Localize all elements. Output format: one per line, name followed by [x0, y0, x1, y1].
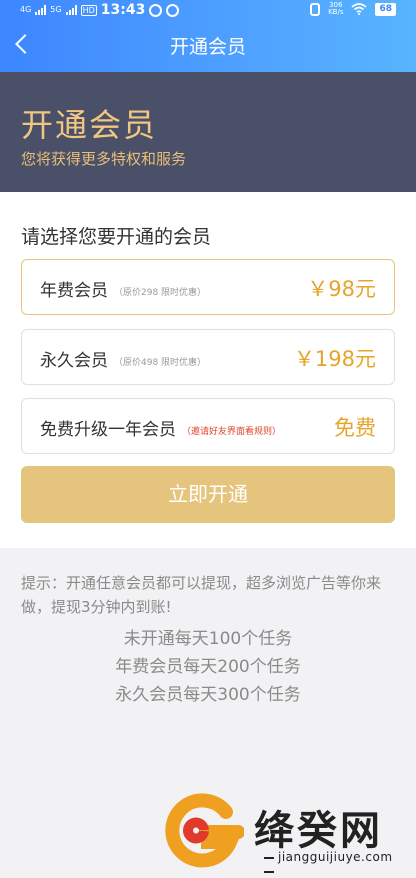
plan-price: ￥198元 — [293, 347, 376, 371]
signal-icon-2 — [65, 5, 77, 15]
plan-name-row: 永久会员 （原价498 限时优惠） — [40, 346, 206, 371]
tip-text: 提示：开通任意会员都可以提现，超多浏览广告等你来做，提现3分钟内到账! — [21, 574, 382, 616]
nav-bar: 开通会员 — [0, 22, 416, 68]
hd-badge: HD — [80, 4, 97, 16]
plan-note: （邀请好友界面看规则） — [182, 426, 282, 437]
task-line: 永久会员每天300个任务 — [115, 685, 301, 705]
network-4g-label: 4G — [20, 5, 32, 14]
plan-name: 年费会员 — [40, 281, 108, 301]
wifi-icon — [351, 3, 367, 15]
app-notification-icon — [149, 3, 163, 17]
plan-name-row: 年费会员 （原价298 限时优惠） — [40, 276, 206, 301]
plan-option-free-upgrade[interactable]: 免费升级一年会员 （邀请好友界面看规则） 免费 — [21, 398, 395, 454]
battery-indicator: 68 — [375, 2, 396, 16]
plan-note: （原价498 限时优惠） — [114, 357, 207, 368]
signal-icon — [35, 5, 47, 15]
net-speed-unit: KB/s — [328, 8, 344, 16]
app-notification-icon-2 — [166, 3, 180, 17]
watermark-url: jiangguijiuye.com — [260, 850, 404, 878]
plan-price: 免费 — [334, 416, 376, 440]
network-5g-label: 5G — [50, 5, 62, 14]
banner-subtitle: 您将获得更多特权和服务 — [21, 150, 187, 168]
member-banner: 开通会员 您将获得更多特权和服务 — [0, 72, 416, 192]
plan-name: 免费升级一年会员 — [40, 420, 176, 440]
vibrate-icon — [310, 2, 321, 16]
watermark-logo-icon — [165, 793, 244, 868]
plan-name-row: 免费升级一年会员 （邀请好友界面看规则） — [40, 415, 281, 440]
status-bar: 4G 5G HD 13:43 306 KB/s 68 — [0, 0, 416, 20]
watermark-name: 绛癸网 — [254, 808, 383, 854]
plan-option-lifetime[interactable]: 永久会员 （原价498 限时优惠） ￥198元 — [21, 329, 395, 385]
task-line: 未开通每天100个任务 — [123, 629, 293, 649]
banner-title: 开通会员 — [21, 106, 158, 144]
page-title: 开通会员 — [169, 36, 246, 58]
open-membership-button[interactable]: 立即开通 — [21, 466, 395, 523]
plan-note: （原价298 限时优惠） — [114, 287, 207, 298]
task-line: 年费会员每天200个任务 — [115, 657, 301, 677]
section-title: 请选择您要开通的会员 — [21, 226, 212, 248]
watermark: 绛癸网 jiangguijiuye.com — [164, 790, 404, 874]
app-header: 4G 5G HD 13:43 306 KB/s 68 开通会员 — [0, 0, 416, 72]
net-speed: 306 KB/s — [328, 2, 343, 16]
plan-name: 永久会员 — [40, 351, 108, 371]
plan-option-annual[interactable]: 年费会员 （原价298 限时优惠） ￥98元 — [21, 259, 395, 315]
plan-price: ￥98元 — [307, 277, 376, 301]
plan-selection-section: 请选择您要开通的会员 年费会员 （原价298 限时优惠） ￥98元 永久会员 （原价… — [0, 192, 416, 548]
status-time: 13:43 — [100, 2, 146, 18]
